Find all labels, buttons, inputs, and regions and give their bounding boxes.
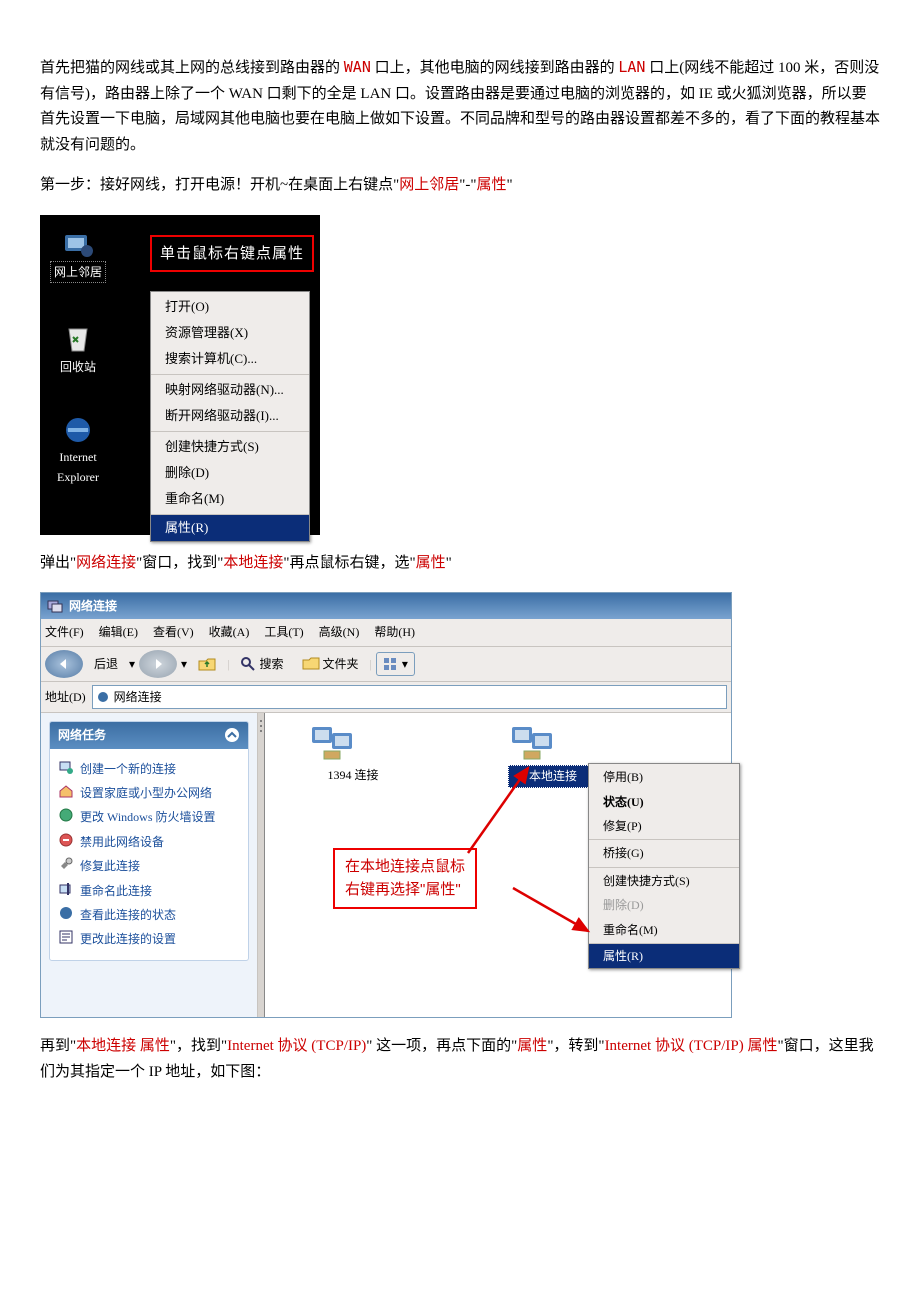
network-places-icon <box>61 229 95 259</box>
network-adapter-icon <box>308 723 356 763</box>
grip-icon <box>258 717 264 737</box>
ctx2-disable[interactable]: 停用(B) <box>589 765 739 789</box>
ie-icon <box>61 415 95 445</box>
forward-button[interactable] <box>139 650 177 678</box>
desktop-icon-recycle-bin[interactable]: 回收站 <box>50 325 106 377</box>
menu-favorites[interactable]: 收藏(A) <box>209 625 250 639</box>
rename-icon <box>58 881 74 897</box>
arrow-left-icon <box>58 658 70 670</box>
disable-icon <box>58 832 74 848</box>
menu-view[interactable]: 查看(V) <box>153 625 194 639</box>
back-label[interactable]: 后退 <box>87 652 125 676</box>
desktop-icon-network-places[interactable]: 网上邻居 <box>50 229 106 283</box>
menu-advanced[interactable]: 高级(N) <box>319 625 360 639</box>
task-rename[interactable]: 重命名此连接 <box>58 881 240 901</box>
window-menubar: 文件(F) 编辑(E) 查看(V) 收藏(A) 工具(T) 高级(N) 帮助(H… <box>41 619 731 646</box>
task-new-connection[interactable]: 创建一个新的连接 <box>58 759 240 779</box>
hl-properties-2: 属性 <box>416 555 446 571</box>
task-home-network[interactable]: 设置家庭或小型办公网络 <box>58 783 240 803</box>
chevron-up-icon <box>224 727 240 743</box>
menu-edit[interactable]: 编辑(E) <box>99 625 138 639</box>
lan-text: LAN <box>618 58 645 76</box>
hl-properties: 属性 <box>477 177 507 193</box>
window-toolbar: 后退 ▾ ▾ | 搜索 文件夹 | ▾ <box>41 647 731 682</box>
hl-properties-3: 属性 <box>517 1038 547 1054</box>
item-local-connection[interactable]: 本地连接 <box>508 723 598 787</box>
context-menu-local-connection: 停用(B) 状态(U) 修复(P) 桥接(G) 创建快捷方式(S) 删除(D) … <box>588 763 740 969</box>
network-adapter-icon <box>508 723 556 763</box>
ctx2-rename[interactable]: 重命名(M) <box>589 918 739 942</box>
ctx-search[interactable]: 搜索计算机(C)... <box>151 346 309 372</box>
ctx2-delete: 删除(D) <box>589 893 739 917</box>
ctx2-bridge[interactable]: 桥接(G) <box>589 841 739 865</box>
task-change[interactable]: 更改此连接的设置 <box>58 929 240 949</box>
hl-local-prop: 本地连接 属性 <box>76 1038 170 1054</box>
folder-up-icon <box>198 655 216 673</box>
window-icon <box>47 599 63 613</box>
paragraph-step1: 第一步：接好网线，打开电源！开机~在桌面上右键点"网上邻居"-"属性" <box>40 173 880 199</box>
home-network-icon <box>58 783 74 799</box>
menu-tools[interactable]: 工具(T) <box>264 625 303 639</box>
address-label: 地址(D) <box>45 687 86 707</box>
callout-local-connection: 在本地连接点鼠标 右键再选择"属性" <box>333 848 477 909</box>
up-button[interactable] <box>191 653 223 675</box>
sidebar: 网络任务 创建一个新的连接 设置家庭或小型办公网络 更改 Windows 防火墙… <box>41 713 257 1017</box>
ctx2-properties[interactable]: 属性(R) <box>589 944 739 968</box>
screenshot-desktop-context: 网上邻居 回收站 Internet Explorer 单击鼠标右键点属性 打开(… <box>40 215 320 535</box>
ctx-properties[interactable]: 属性(R) <box>151 515 309 541</box>
ctx-delete[interactable]: 删除(D) <box>151 460 309 486</box>
paragraph-intro: 首先把猫的网线或其上网的总线接到路由器的 WAN 口上，其他电脑的网线接到路由器… <box>40 55 880 158</box>
menu-help[interactable]: 帮助(H) <box>374 625 415 639</box>
repair-icon <box>58 856 74 872</box>
splitter[interactable] <box>258 713 265 1017</box>
hl-network-places: 网上邻居 <box>399 177 459 193</box>
new-connection-icon <box>58 759 74 775</box>
address-box[interactable]: 网络连接 <box>92 685 727 709</box>
search-icon <box>240 656 256 672</box>
task-repair[interactable]: 修复此连接 <box>58 856 240 876</box>
status-icon <box>58 905 74 921</box>
ctx-unmap-drive[interactable]: 断开网络驱动器(I)... <box>151 403 309 429</box>
folders-icon <box>302 656 320 672</box>
task-firewall[interactable]: 更改 Windows 防火墙设置 <box>58 807 240 827</box>
hl-network-connections: 网络连接 <box>76 555 136 571</box>
back-button[interactable] <box>45 650 83 678</box>
folder-view[interactable]: 1394 连接 本地连接 停用(B) 状态(U) 修复(P) 桥接(G) 创建快… <box>257 713 731 1017</box>
ctx-open[interactable]: 打开(O) <box>151 294 309 320</box>
screenshot-network-connections: 网络连接 文件(F) 编辑(E) 查看(V) 收藏(A) 工具(T) 高级(N)… <box>40 592 732 1018</box>
paragraph-tcpip: 再到"本地连接 属性"，找到"Internet 协议 (TCP/IP)" 这一项… <box>40 1034 880 1085</box>
views-button[interactable]: ▾ <box>376 652 415 676</box>
views-icon <box>383 657 399 671</box>
hl-local-connection: 本地连接 <box>223 555 283 571</box>
desktop-icon-ie[interactable]: Internet Explorer <box>50 415 106 488</box>
folders-button[interactable]: 文件夹 <box>295 652 366 676</box>
recycle-bin-icon <box>61 325 95 355</box>
search-button[interactable]: 搜索 <box>233 652 290 676</box>
tasks-panel: 网络任务 创建一个新的连接 设置家庭或小型办公网络 更改 Windows 防火墙… <box>49 721 249 961</box>
firewall-icon <box>58 807 74 823</box>
arrow-right-icon <box>152 658 164 670</box>
network-icon <box>97 691 111 703</box>
callout-right-click-properties: 单击鼠标右键点属性 <box>150 235 314 273</box>
ctx-explorer[interactable]: 资源管理器(X) <box>151 320 309 346</box>
context-menu-network-places: 打开(O) 资源管理器(X) 搜索计算机(C)... 映射网络驱动器(N)...… <box>150 291 310 543</box>
ctx-rename[interactable]: 重命名(M) <box>151 486 309 512</box>
ctx2-repair[interactable]: 修复(P) <box>589 814 739 838</box>
window-titlebar[interactable]: 网络连接 <box>41 593 731 619</box>
task-disable[interactable]: 禁用此网络设备 <box>58 832 240 852</box>
task-status[interactable]: 查看此连接的状态 <box>58 905 240 925</box>
menu-file[interactable]: 文件(F) <box>45 625 84 639</box>
change-icon <box>58 929 74 945</box>
ctx-map-drive[interactable]: 映射网络驱动器(N)... <box>151 377 309 403</box>
ctx2-shortcut[interactable]: 创建快捷方式(S) <box>589 869 739 893</box>
ctx-shortcut[interactable]: 创建快捷方式(S) <box>151 434 309 460</box>
hl-tcpip: Internet 协议 (TCP/IP) <box>227 1038 366 1054</box>
ctx2-status[interactable]: 状态(U) <box>589 790 739 814</box>
paragraph-network-window: 弹出"网络连接"窗口，找到"本地连接"再点鼠标右键，选"属性" <box>40 551 880 577</box>
address-bar: 地址(D) 网络连接 <box>41 682 731 713</box>
wan-text: WAN <box>344 58 371 76</box>
item-1394-connection[interactable]: 1394 连接 <box>308 723 398 785</box>
tasks-panel-header[interactable]: 网络任务 <box>50 722 248 748</box>
hl-tcpip-prop: Internet 协议 (TCP/IP) 属性 <box>605 1038 778 1054</box>
